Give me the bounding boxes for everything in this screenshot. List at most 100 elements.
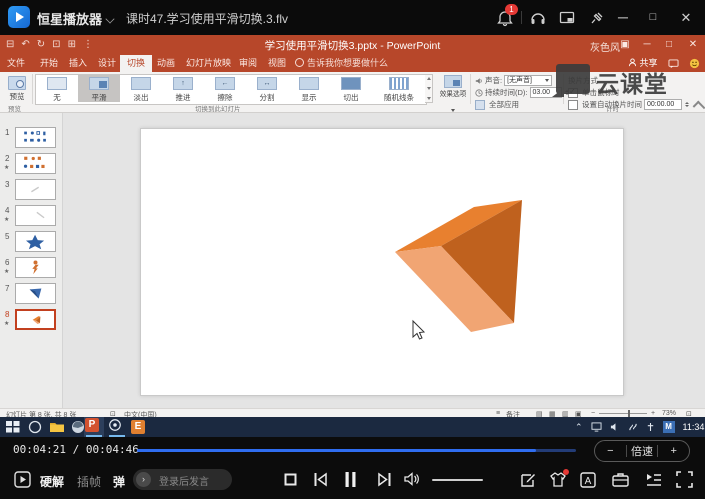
ribbon-display-options-icon[interactable]: ▣ bbox=[616, 36, 634, 53]
hardware-decode-toggle[interactable]: 硬解 bbox=[40, 473, 64, 490]
transition-fade[interactable]: 淡出 bbox=[120, 75, 162, 102]
transition-none[interactable]: 无 bbox=[36, 75, 78, 102]
danmaku-toggle[interactable]: 弹 bbox=[113, 473, 125, 490]
selected-slide-thumbnail[interactable] bbox=[15, 309, 56, 330]
zoom-out-button[interactable]: − bbox=[591, 410, 595, 417]
stop-button[interactable] bbox=[284, 473, 297, 486]
speed-increase-button[interactable]: + bbox=[658, 445, 689, 457]
frame-interpolation-toggle[interactable]: 插帧 bbox=[77, 473, 101, 490]
transition-morph[interactable]: 平滑 bbox=[78, 75, 120, 102]
auto-advance-spinner[interactable] bbox=[685, 102, 689, 107]
headphones-support-icon[interactable] bbox=[529, 9, 547, 27]
ppt-minimize-button[interactable]: ─ bbox=[638, 36, 656, 53]
slide-thumbnail-5[interactable]: 5 bbox=[0, 231, 62, 255]
ime-language-icon[interactable]: M bbox=[663, 421, 675, 433]
volume-tray-icon[interactable] bbox=[610, 422, 620, 432]
pin-tray-icon[interactable] bbox=[646, 422, 655, 432]
slide-thumbnail-3[interactable]: 3 bbox=[0, 179, 62, 203]
auto-advance-time-input[interactable]: 00:00.00 bbox=[644, 99, 682, 110]
tab-slideshow[interactable]: 幻灯片放映 bbox=[179, 55, 238, 72]
player-app-name[interactable]: 恒星播放器 bbox=[37, 9, 102, 28]
previous-button[interactable] bbox=[313, 472, 328, 487]
display-tray-icon[interactable] bbox=[591, 422, 602, 432]
speed-label[interactable]: 倍速 bbox=[627, 443, 658, 459]
gallery-scroll-up-icon[interactable] bbox=[427, 77, 431, 80]
volume-slider[interactable] bbox=[432, 479, 483, 481]
current-slide[interactable] bbox=[140, 128, 624, 396]
zoom-slider[interactable] bbox=[599, 413, 647, 414]
zoom-slider-thumb[interactable] bbox=[628, 410, 630, 417]
start-button-icon[interactable] bbox=[5, 419, 21, 435]
sound-label: 声音: bbox=[485, 75, 502, 86]
notification-badge: 1 bbox=[505, 4, 518, 15]
gallery-more-icon[interactable] bbox=[427, 97, 431, 100]
slide-thumbnail-2[interactable]: 2 ★ bbox=[0, 153, 62, 177]
minimize-button[interactable]: ─ bbox=[613, 8, 633, 28]
next-button[interactable] bbox=[377, 472, 392, 487]
cortana-search-icon[interactable] bbox=[27, 419, 43, 435]
close-button[interactable]: ✕ bbox=[676, 8, 696, 28]
tab-insert[interactable]: 插入 bbox=[62, 55, 94, 72]
cloud-classroom-watermark: 云课堂 bbox=[556, 64, 705, 98]
link-tray-icon[interactable] bbox=[628, 422, 638, 432]
ppt-close-button[interactable]: ✕ bbox=[684, 36, 702, 53]
gallery-scroll-buttons[interactable] bbox=[425, 74, 433, 103]
ppt-restore-button[interactable]: □ bbox=[660, 36, 678, 53]
auto-advance-checkbox[interactable] bbox=[568, 100, 578, 110]
transition-random-bars[interactable]: 随机线条 bbox=[372, 75, 426, 102]
pause-button[interactable] bbox=[344, 471, 357, 488]
skin-icon[interactable] bbox=[549, 471, 567, 488]
tab-transitions[interactable]: 切换 bbox=[120, 55, 152, 72]
gallery-scroll-down-icon[interactable] bbox=[427, 87, 431, 90]
app-taskbar-item[interactable]: E bbox=[130, 419, 146, 435]
transition-push[interactable]: ↑推进 bbox=[162, 75, 204, 102]
tab-animations[interactable]: 动画 bbox=[150, 55, 182, 72]
mini-player-icon[interactable] bbox=[558, 9, 576, 27]
slide-thumbnail-6[interactable]: 6 ★ bbox=[0, 257, 62, 281]
sound-dropdown[interactable]: [无声音] bbox=[504, 75, 552, 86]
file-explorer-icon[interactable] bbox=[49, 419, 65, 435]
zoom-percentage[interactable]: 73% bbox=[662, 410, 676, 417]
tab-design[interactable]: 设计 bbox=[91, 55, 123, 72]
slide-thumbnail-8[interactable]: 8 ★ bbox=[0, 309, 62, 333]
transition-preview-button[interactable]: 预览 bbox=[3, 74, 31, 103]
tab-file[interactable]: 文件 bbox=[0, 55, 32, 72]
speed-decrease-button[interactable]: − bbox=[595, 445, 626, 457]
maximize-button[interactable]: □ bbox=[643, 8, 663, 28]
transition-random-bars-icon bbox=[389, 77, 409, 90]
transition-split[interactable]: ↔分割 bbox=[246, 75, 288, 102]
transition-reveal[interactable]: 显示 bbox=[288, 75, 330, 102]
taskbar-clock[interactable]: 11:34 bbox=[683, 422, 705, 432]
pin-icon[interactable] bbox=[588, 9, 606, 27]
volume-icon[interactable] bbox=[404, 472, 420, 486]
toolbox-icon[interactable] bbox=[612, 472, 629, 487]
fullscreen-icon[interactable] bbox=[676, 471, 693, 488]
apply-all-button[interactable]: 全部应用 bbox=[489, 99, 519, 110]
slide-thumbnail-4[interactable]: 4 ★ bbox=[0, 205, 62, 229]
transition-wipe[interactable]: ←擦除 bbox=[204, 75, 246, 102]
tell-me-search[interactable]: 告诉我你想要做什么 bbox=[295, 55, 388, 72]
tab-review[interactable]: 审阅 bbox=[232, 55, 264, 72]
effect-options-button[interactable]: 效果选项 bbox=[438, 74, 468, 103]
playlist-icon[interactable] bbox=[645, 472, 662, 487]
chevron-down-icon[interactable] bbox=[105, 14, 114, 23]
sound-icon bbox=[475, 77, 483, 85]
powerpoint-taskbar-item[interactable]: P bbox=[84, 417, 104, 437]
tab-view[interactable]: 视图 bbox=[261, 55, 293, 72]
tray-expand-icon[interactable]: ⌃ bbox=[575, 422, 583, 433]
transition-cut[interactable]: 切出 bbox=[330, 75, 372, 102]
danmaku-input[interactable]: › 登录后发言 bbox=[133, 469, 232, 490]
recorder-taskbar-item[interactable] bbox=[107, 417, 127, 437]
tab-home[interactable]: 开始 bbox=[33, 55, 65, 72]
ppt-document-area: 1 2 ★ 3 4 ★ 5 bbox=[0, 113, 705, 408]
notes-edit-icon[interactable] bbox=[520, 472, 536, 488]
collapse-ribbon-icon[interactable] bbox=[693, 101, 705, 114]
zoom-in-button[interactable]: + bbox=[651, 410, 655, 417]
duration-clock-icon bbox=[475, 89, 483, 97]
seek-bar[interactable] bbox=[137, 449, 576, 452]
slide-thumbnail-7[interactable]: 7 bbox=[0, 283, 62, 307]
playlist-window-icon[interactable] bbox=[14, 471, 31, 488]
slide-thumbnail-1[interactable]: 1 bbox=[0, 127, 62, 151]
notification-bell-icon[interactable]: 1 bbox=[496, 9, 514, 27]
subtitle-icon[interactable]: A bbox=[580, 472, 596, 488]
